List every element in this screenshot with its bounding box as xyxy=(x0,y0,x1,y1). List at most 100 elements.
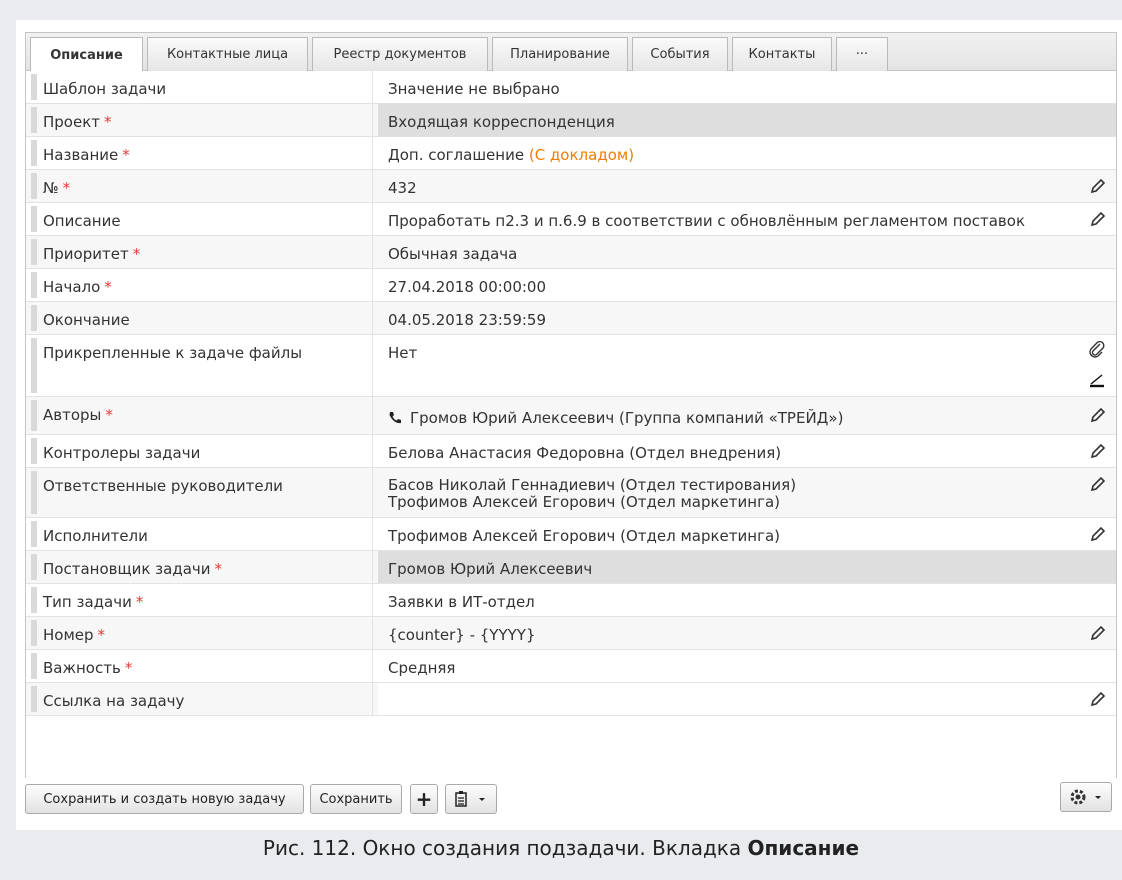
row-number-sign: № * 432 xyxy=(26,170,1116,203)
row-handle xyxy=(31,471,37,514)
paperclip-icon[interactable] xyxy=(1088,341,1106,359)
executors-field[interactable]: Трофимов Алексей Егорович (Отдел маркети… xyxy=(378,518,1116,550)
row-handle xyxy=(31,438,37,464)
row-executors: Исполнители Трофимов Алексей Егорович (О… xyxy=(26,518,1116,551)
required-mark: * xyxy=(124,659,133,677)
tab-events[interactable]: События xyxy=(632,37,728,71)
field-label: Ссылка на задачу xyxy=(43,683,373,715)
authors-field[interactable]: Громов Юрий Алексеевич (Группа компаний … xyxy=(378,397,1116,434)
title-field[interactable]: Доп. соглашение (С докладом) xyxy=(378,137,1116,169)
end-date-field[interactable]: 04.05.2018 23:59:59 xyxy=(378,302,1116,334)
settings-menu-button[interactable] xyxy=(1060,782,1112,812)
signature-icon[interactable] xyxy=(1088,371,1106,389)
title-suffix: (С докладом) xyxy=(528,146,635,164)
required-mark: * xyxy=(104,278,112,296)
add-button[interactable]: + xyxy=(410,784,438,814)
required-mark: * xyxy=(214,560,223,578)
pencil-icon[interactable] xyxy=(1090,691,1106,707)
attachments-field: Нет xyxy=(388,344,418,362)
field-label: Шаблон задачи xyxy=(43,71,373,103)
pencil-icon[interactable] xyxy=(1090,178,1106,194)
field-label: Ответственные руководители xyxy=(43,468,373,517)
tab-documents-registry[interactable]: Реестр документов xyxy=(312,37,488,71)
row-handle xyxy=(31,587,37,613)
row-handle xyxy=(31,206,37,232)
tab-contact-persons[interactable]: Контактные лица xyxy=(147,37,308,71)
controllers-field[interactable]: Белова Анастасия Федоровна (Отдел внедре… xyxy=(378,435,1116,467)
required-mark: * xyxy=(105,406,113,424)
pencil-icon[interactable] xyxy=(1090,526,1106,542)
pencil-icon[interactable] xyxy=(1090,476,1106,492)
row-task-setter: Постановщик задачи * Громов Юрий Алексеев… xyxy=(26,551,1116,584)
window: Описание Контактные лица Реестр документ… xyxy=(16,20,1122,830)
required-mark: * xyxy=(135,593,144,611)
field-label: Прикрепленные к задаче файлы xyxy=(43,335,373,396)
task-link-field[interactable] xyxy=(378,683,1116,715)
row-project: Проект * Входящая корреспонденция xyxy=(26,104,1116,137)
row-handle xyxy=(31,107,37,133)
save-and-create-new-button[interactable]: Сохранить и создать новую задачу xyxy=(25,784,304,814)
required-mark: * xyxy=(97,626,106,644)
row-handle xyxy=(31,653,37,679)
field-label: Важность * xyxy=(43,650,373,682)
chevron-down-icon xyxy=(1095,796,1101,799)
responsible-manager-2: Трофимов Алексей Егорович (Отдел маркети… xyxy=(388,493,781,511)
row-handle xyxy=(31,173,37,199)
tab-bar: Описание Контактные лица Реестр документ… xyxy=(26,33,1116,72)
priority-field[interactable]: Обычная задача xyxy=(378,236,1116,268)
row-task-template: Шаблон задачи Значение не выбрано xyxy=(26,71,1116,104)
pencil-icon[interactable] xyxy=(1090,407,1106,423)
task-type-field[interactable]: Заявки в ИТ-отдел xyxy=(378,584,1116,616)
row-task-link: Ссылка на задачу xyxy=(26,683,1116,716)
required-mark: * xyxy=(132,245,141,263)
row-handle xyxy=(31,686,37,712)
field-label: Исполнители xyxy=(43,518,373,550)
row-handle xyxy=(31,272,37,298)
responsible-manager-1: Басов Николай Геннадиевич (Отдел тестиро… xyxy=(388,476,797,494)
importance-field[interactable]: Средняя xyxy=(378,650,1116,682)
pencil-icon[interactable] xyxy=(1090,211,1106,227)
row-handle xyxy=(31,239,37,265)
field-label: Номер * xyxy=(43,617,373,649)
row-handle xyxy=(31,620,37,646)
row-handle xyxy=(31,400,37,431)
task-template-field[interactable]: Значение не выбрано xyxy=(378,71,1116,103)
save-button[interactable]: Сохранить xyxy=(310,784,402,814)
row-handle xyxy=(31,305,37,331)
field-label: Контролеры задачи xyxy=(43,435,373,467)
clipboard-icon xyxy=(455,791,467,807)
number-field[interactable]: {counter} - {YYYY} xyxy=(378,617,1116,649)
project-field: Входящая корреспонденция xyxy=(378,104,1116,136)
responsible-managers-field[interactable]: Басов Николай Геннадиевич (Отдел тестиро… xyxy=(378,468,1116,517)
field-label: Тип задачи * xyxy=(43,584,373,616)
start-date-field[interactable]: 27.04.2018 00:00:00 xyxy=(378,269,1116,301)
tab-contacts[interactable]: Контакты xyxy=(732,37,832,71)
document-menu-button[interactable] xyxy=(445,784,497,814)
field-label: Авторы * xyxy=(43,397,373,434)
field-label: Приоритет * xyxy=(43,236,373,268)
row-task-type: Тип задачи * Заявки в ИТ-отдел xyxy=(26,584,1116,617)
pencil-icon[interactable] xyxy=(1090,625,1106,641)
row-title: Название * Доп. соглашение (С докладом) xyxy=(26,137,1116,170)
task-form-panel: Описание Контактные лица Реестр документ… xyxy=(25,32,1117,778)
field-label: Постановщик задачи * xyxy=(43,551,373,583)
row-handle xyxy=(31,338,37,393)
description-field[interactable]: Проработать п2.3 и п.6.9 в соответствии … xyxy=(378,203,1116,235)
tab-description[interactable]: Описание xyxy=(30,37,143,72)
required-mark: * xyxy=(122,146,130,164)
field-label: Название * xyxy=(43,137,373,169)
gear-icon xyxy=(1070,789,1086,805)
row-handle xyxy=(31,521,37,547)
row-controllers: Контролеры задачи Белова Анастасия Федор… xyxy=(26,435,1116,468)
number-sign-field[interactable]: 432 xyxy=(378,170,1116,202)
row-number: Номер * {counter} - {YYYY} xyxy=(26,617,1116,650)
row-start: Начало * 27.04.2018 00:00:00 xyxy=(26,269,1116,302)
row-end: Окончание 04.05.2018 23:59:59 xyxy=(26,302,1116,335)
row-authors: Авторы * Громов Юрий Алексеевич (Группа к… xyxy=(26,397,1116,435)
caption-bold: Описание xyxy=(747,836,860,860)
task-setter-field: Громов Юрий Алексеевич xyxy=(378,551,1116,583)
pencil-icon[interactable] xyxy=(1090,443,1106,459)
tab-more[interactable]: ··· xyxy=(836,37,888,71)
tab-planning[interactable]: Планирование xyxy=(492,37,628,71)
phone-icon xyxy=(389,412,401,424)
